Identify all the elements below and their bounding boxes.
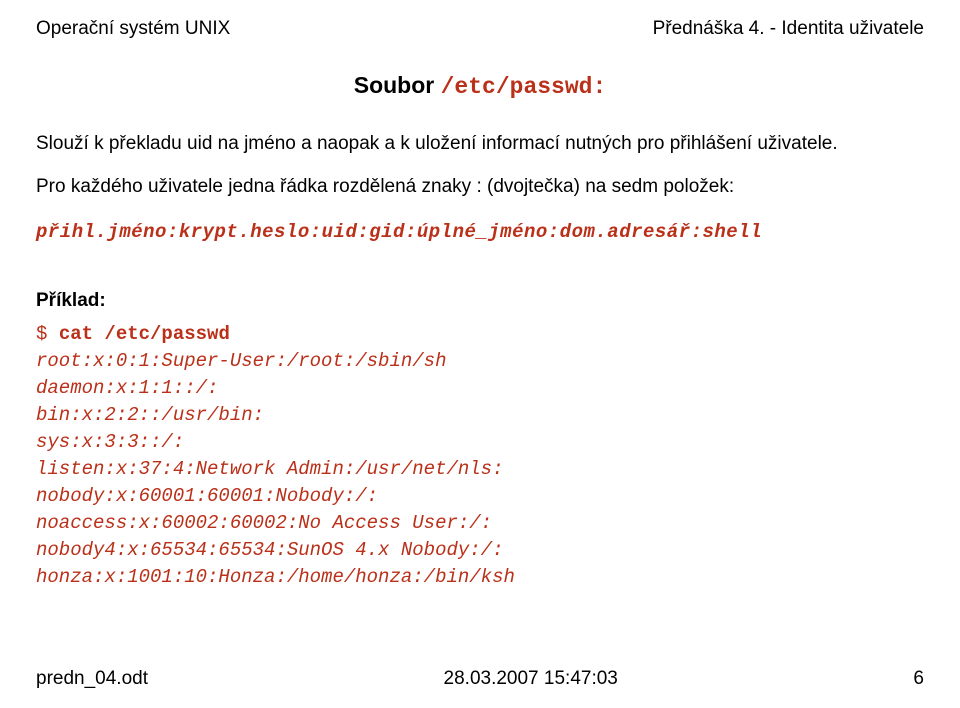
page: Operační systém UNIX Přednáška 4. - Iden…	[0, 0, 960, 708]
shell-prompt: $	[36, 323, 59, 345]
format-line: přihl.jméno:krypt.heslo:uid:gid:úplné_jm…	[36, 220, 924, 246]
shell-output-line: root:x:0:1:Super-User:/root:/sbin/sh	[36, 350, 446, 372]
title-text: Soubor	[354, 72, 441, 98]
paragraph-2: Pro každého uživatele jedna řádka rozděl…	[36, 174, 924, 200]
header-left: Operační systém UNIX	[36, 16, 230, 42]
shell-output-line: noaccess:x:60002:60002:No Access User:/:	[36, 512, 492, 534]
shell-output-line: sys:x:3:3::/:	[36, 431, 184, 453]
title-mono: /etc/passwd:	[441, 74, 607, 100]
code-block: $ cat /etc/passwd root:x:0:1:Super-User:…	[36, 321, 924, 591]
footer-center: 28.03.2007 15:47:03	[444, 666, 618, 692]
shell-output-line: honza:x:1001:10:Honza:/home/honza:/bin/k…	[36, 566, 515, 588]
shell-output-line: nobody:x:60001:60001:Nobody:/:	[36, 485, 378, 507]
shell-output-line: listen:x:37:4:Network Admin:/usr/net/nls…	[36, 458, 503, 480]
shell-output-line: daemon:x:1:1::/:	[36, 377, 218, 399]
page-header: Operační systém UNIX Přednáška 4. - Iden…	[36, 16, 924, 42]
shell-command: cat /etc/passwd	[59, 323, 230, 345]
shell-output-line: bin:x:2:2::/usr/bin:	[36, 404, 264, 426]
header-right: Přednáška 4. - Identita uživatele	[653, 16, 924, 42]
paragraph-1: Slouží k překladu uid na jméno a naopak …	[36, 131, 924, 157]
footer-left: predn_04.odt	[36, 666, 148, 692]
page-title: Soubor /etc/passwd:	[36, 70, 924, 103]
example-label: Příklad:	[36, 288, 924, 314]
footer-right: 6	[913, 666, 924, 692]
page-footer: predn_04.odt 28.03.2007 15:47:03 6	[36, 666, 924, 692]
shell-output-line: nobody4:x:65534:65534:SunOS 4.x Nobody:/…	[36, 539, 503, 561]
